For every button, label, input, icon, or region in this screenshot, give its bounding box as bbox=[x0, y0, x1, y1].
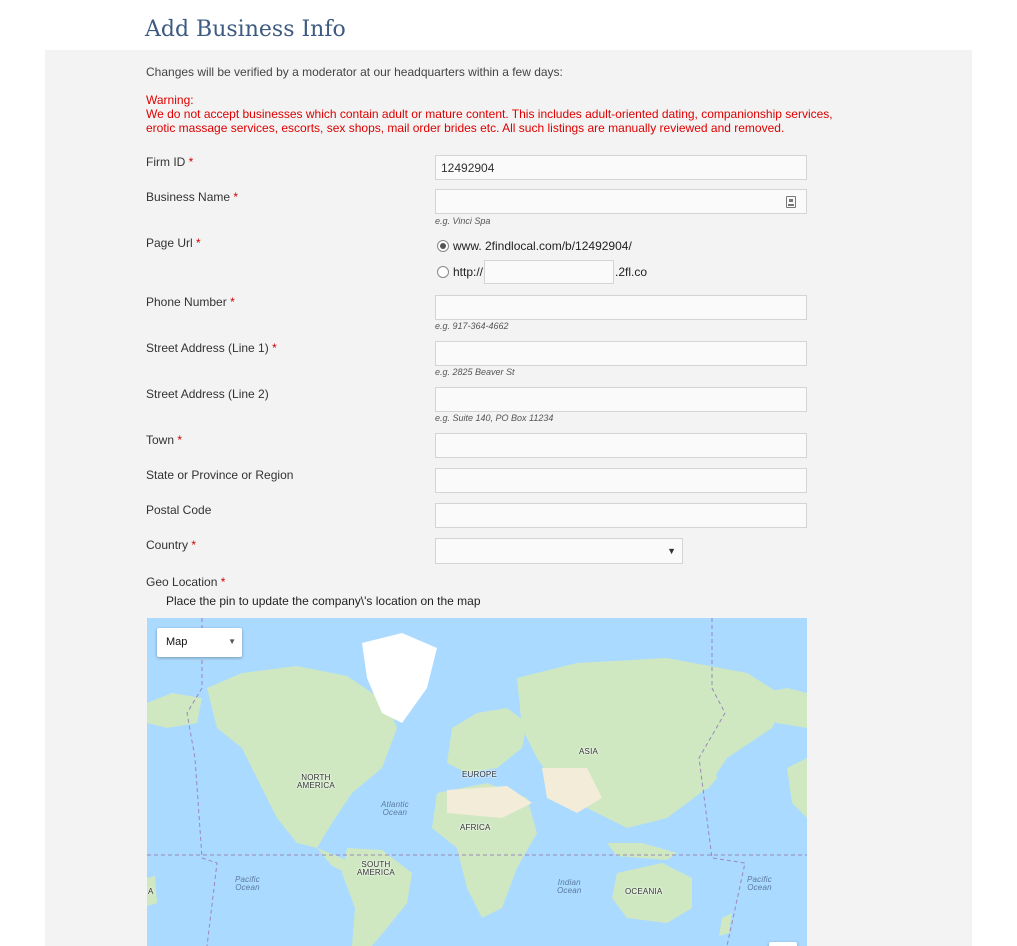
map-label-north-america: NORTH AMERICA bbox=[297, 773, 335, 790]
required-mark: * bbox=[191, 538, 197, 552]
world-map-graphic bbox=[147, 618, 807, 946]
state-field[interactable] bbox=[435, 468, 807, 493]
business-name-hint: e.g. Vinci Spa bbox=[435, 216, 491, 226]
page-url-option-2[interactable]: http:// .2fl.co bbox=[437, 260, 647, 284]
page-url-label: Page Url * bbox=[146, 236, 201, 250]
street1-field[interactable] bbox=[435, 341, 807, 366]
required-mark: * bbox=[220, 575, 226, 589]
street1-hint: e.g. 2825 Beaver St bbox=[435, 367, 515, 377]
page-url-option-1[interactable]: www. 2findlocal.com/b/12492904/ bbox=[437, 239, 632, 253]
postal-code-field[interactable] bbox=[435, 503, 807, 528]
business-name-label: Business Name * bbox=[146, 190, 239, 204]
phone-hint: e.g. 917-364-4662 bbox=[435, 321, 509, 331]
warning-line-1: We do not accept businesses which contai… bbox=[146, 107, 833, 121]
required-mark: * bbox=[188, 155, 194, 169]
street2-field[interactable] bbox=[435, 387, 807, 412]
map-label-pacific-ocean-left: Pacific Ocean bbox=[235, 875, 260, 892]
chevron-down-icon: ▼ bbox=[667, 546, 676, 556]
town-label: Town * bbox=[146, 433, 183, 447]
street2-hint: e.g. Suite 140, PO Box 11234 bbox=[435, 413, 554, 423]
map-label-europe: EUROPE bbox=[462, 770, 497, 779]
required-mark: * bbox=[230, 295, 235, 309]
map-label-south-america: SOUTH AMERICA bbox=[357, 860, 395, 877]
map-zoom-button[interactable] bbox=[769, 942, 797, 946]
contact-card-icon[interactable] bbox=[786, 196, 796, 208]
required-mark: * bbox=[196, 236, 201, 250]
map-type-control[interactable]: Map ▼ bbox=[157, 628, 242, 657]
phone-field[interactable] bbox=[435, 295, 807, 320]
intro-text: Changes will be verified by a moderator … bbox=[146, 65, 563, 79]
firm-id-label: Firm ID * bbox=[146, 155, 194, 169]
state-label: State or Province or Region bbox=[146, 468, 294, 482]
location-map[interactable]: Map ▼ NORTH AMERICA EUROPE ASIA AFRICA S… bbox=[147, 618, 807, 946]
country-select[interactable]: ▼ bbox=[435, 538, 683, 564]
map-label-indian-ocean: Indian Ocean bbox=[557, 878, 582, 895]
required-mark: * bbox=[272, 341, 277, 355]
map-label-pacific-ocean-right: Pacific Ocean bbox=[747, 875, 772, 892]
town-field[interactable] bbox=[435, 433, 807, 458]
map-label-atlantic-ocean: Atlantic Ocean bbox=[381, 800, 409, 817]
required-mark: * bbox=[233, 190, 239, 204]
subdomain-input[interactable] bbox=[484, 260, 615, 284]
radio-button-selected[interactable] bbox=[437, 240, 449, 252]
map-label-oceania: OCEANIA bbox=[625, 887, 663, 896]
warning-message: Warning: We do not accept businesses whi… bbox=[146, 93, 866, 135]
warning-line-2: erotic massage services, escorts, sex sh… bbox=[146, 121, 785, 135]
map-label-africa: AFRICA bbox=[460, 823, 491, 832]
page-title: Add Business Info bbox=[145, 17, 346, 42]
geo-location-hint: Place the pin to update the company\'s l… bbox=[166, 594, 481, 608]
radio-button[interactable] bbox=[437, 266, 449, 278]
warning-heading: Warning: bbox=[146, 93, 194, 107]
street2-label: Street Address (Line 2) bbox=[146, 387, 269, 401]
required-mark: * bbox=[177, 433, 183, 447]
map-label-asia: ASIA bbox=[579, 747, 599, 756]
phone-label: Phone Number * bbox=[146, 295, 235, 309]
street1-label: Street Address (Line 1) * bbox=[146, 341, 277, 355]
postal-code-label: Postal Code bbox=[146, 503, 212, 517]
map-label-edge: A bbox=[148, 887, 154, 896]
firm-id-field[interactable] bbox=[435, 155, 807, 180]
country-label: Country * bbox=[146, 538, 197, 552]
chevron-down-icon: ▼ bbox=[228, 637, 236, 646]
geo-location-label: Geo Location * bbox=[146, 575, 226, 589]
business-name-field[interactable] bbox=[435, 189, 807, 214]
